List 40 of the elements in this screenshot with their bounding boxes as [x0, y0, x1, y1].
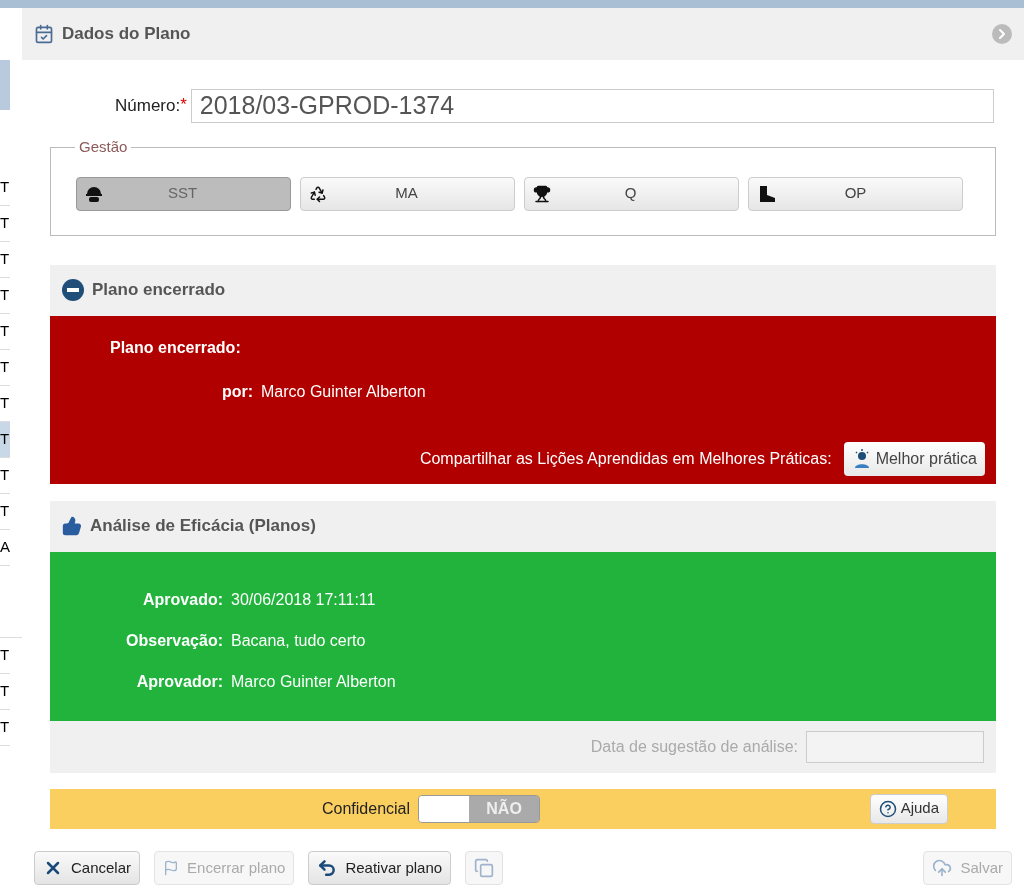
recycle-icon: [309, 184, 327, 203]
arrow-right-icon[interactable]: [992, 24, 1012, 44]
copy-icon: [474, 858, 495, 878]
help-icon: [878, 799, 897, 818]
field-label: Observação:: [125, 630, 223, 651]
cloud-upload-icon: [932, 858, 953, 878]
management-toggle[interactable]: OP: [748, 176, 963, 211]
trophy-icon: [533, 184, 551, 203]
number-label: Número:: [115, 95, 181, 118]
management-toggle[interactable]: Q: [524, 176, 739, 211]
footer-button[interactable]: Cancelar: [34, 851, 141, 885]
flag-icon: [163, 860, 180, 876]
field-label: por:: [220, 381, 253, 402]
best-practice-button[interactable]: Melhor prática: [843, 441, 985, 476]
field-value: Marco Guinter Alberton: [231, 671, 396, 692]
field-label: Aprovador:: [135, 671, 223, 692]
list-cell: T: [0, 422, 10, 458]
calendar-icon: [34, 24, 54, 44]
confidential-label: Confidencial: [322, 798, 411, 819]
footer-button[interactable]: Reativar plano: [308, 851, 452, 885]
thumbs-up-icon: [62, 516, 82, 536]
suggestion-date-field[interactable]: [806, 730, 984, 763]
suggestion-label: Data de sugestão de análise:: [590, 736, 798, 757]
help-button[interactable]: Ajuda: [869, 793, 948, 824]
section-title: Análise de Eficácia (Planos): [90, 515, 316, 538]
group-legend: Gestão: [75, 136, 132, 159]
window-title: Dados do Plano: [62, 23, 191, 46]
share-label: Compartilhar as Lições Aprendidas em Melhores Práticas:: [419, 448, 832, 469]
required-mark: *: [180, 94, 187, 116]
helmet-icon: [85, 184, 103, 203]
management-toggle[interactable]: MA: [300, 176, 515, 211]
closed-heading: Plano encerrado:: [110, 337, 242, 358]
field-label: Aprovado:: [142, 589, 223, 610]
field-value: Marco Guinter Alberton: [261, 381, 426, 402]
number-field[interactable]: 2018/03-GPROD-1374: [190, 89, 994, 123]
section-title: Plano encerrado: [92, 279, 226, 302]
boot-icon: [757, 184, 777, 203]
undo-arrow-icon: [317, 858, 338, 878]
field-value: 30/06/2018 17:11:11: [231, 589, 376, 610]
field-value: Bacana, tudo certo: [231, 630, 366, 651]
